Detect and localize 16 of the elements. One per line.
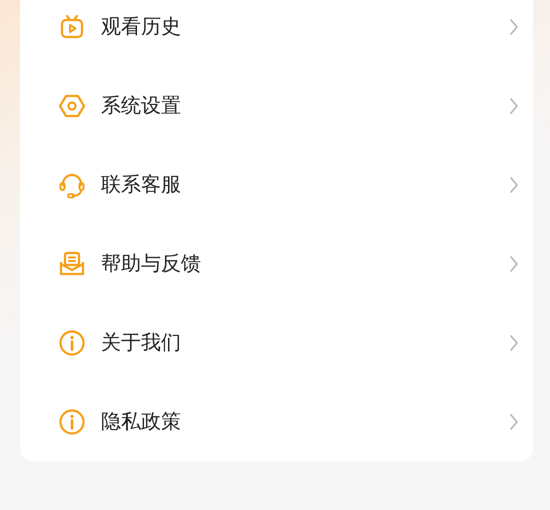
chevron-icon <box>509 334 519 352</box>
info-icon <box>58 408 86 436</box>
menu-item[interactable]: 观看历史 <box>20 0 533 66</box>
menu-item[interactable]: 关于我们 <box>20 303 533 382</box>
menu-item[interactable]: 帮助与反馈 <box>20 224 533 303</box>
menu-item[interactable]: 隐私政策 <box>20 382 533 461</box>
menu-item[interactable]: 系统设置 <box>20 66 533 145</box>
chevron-icon <box>509 254 519 272</box>
info-icon <box>58 328 86 356</box>
chevron-icon <box>509 176 519 194</box>
menu-item[interactable]: 联系客服 <box>20 145 533 224</box>
mail-icon <box>58 250 86 278</box>
chevron-icon <box>509 18 519 36</box>
tv-icon <box>58 12 86 40</box>
chevron-icon <box>509 96 519 114</box>
chevron-icon <box>509 412 519 430</box>
